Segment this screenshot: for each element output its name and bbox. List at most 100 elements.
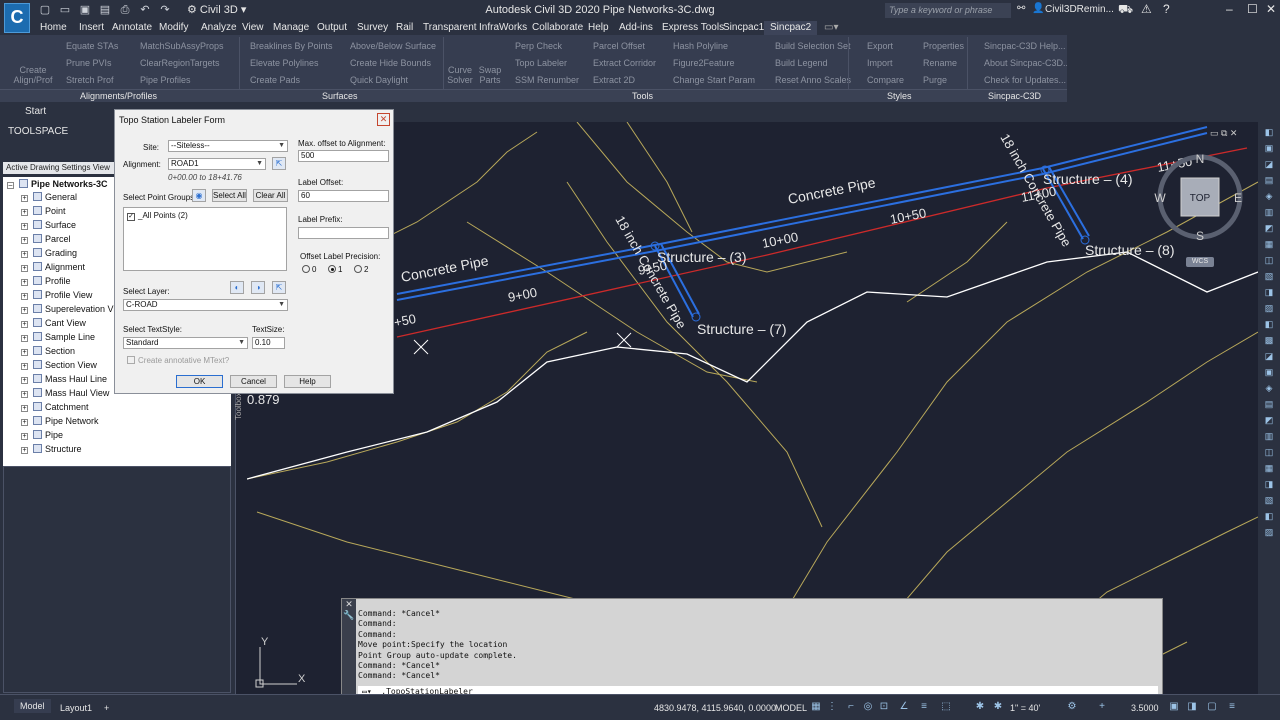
tool-icon-26[interactable]: ▨ [1263, 527, 1275, 538]
tree-item-structure[interactable]: + Structure [21, 444, 82, 457]
tree-item-general[interactable]: + General [21, 192, 77, 205]
curve-solver-button[interactable]: Curve Solver [446, 65, 474, 85]
tool-icon-8[interactable]: ▦ [1263, 239, 1275, 250]
ssm-renumber-button[interactable]: SSM Renumber [515, 75, 579, 85]
change-start-param-button[interactable]: Change Start Param [673, 75, 755, 85]
elevate-polylines-button[interactable]: Elevate Polylines [250, 58, 319, 68]
point-group-properties-icon[interactable]: ◉ [192, 189, 206, 202]
selection-cycling-icon[interactable]: ⬚ [940, 701, 952, 713]
tree-item-section-view[interactable]: + Section View [21, 360, 97, 373]
layer-icon-2[interactable]: ◑ [251, 281, 265, 294]
help-icon[interactable]: ? [1163, 2, 1170, 16]
expand-icon[interactable]: + [21, 391, 28, 398]
hash-polyline-button[interactable]: Hash Polyline [673, 41, 728, 51]
select-all-button[interactable]: Select All [212, 189, 247, 202]
tab-sincpac1[interactable]: Sincpac1 [723, 22, 764, 33]
layer-icon-3[interactable]: ⇱ [272, 281, 286, 294]
tab-insert[interactable]: Insert [79, 22, 104, 33]
clear-region-button[interactable]: ClearRegionTargets [140, 58, 220, 68]
max-offset-input[interactable]: 500 [298, 150, 389, 162]
tool-icon-19[interactable]: ◩ [1263, 415, 1275, 426]
panel-alignments-profiles[interactable]: Alignments/Profiles [80, 91, 157, 101]
tab-manage[interactable]: Manage [273, 22, 309, 33]
tab-infraworks[interactable]: InfraWorks [479, 22, 527, 33]
command-line-handle[interactable]: ✕ 🔧 [342, 599, 356, 697]
autoscale-icon[interactable]: ✱ [992, 701, 1004, 713]
tree-root[interactable]: – Pipe Networks-3C [7, 179, 108, 192]
tool-icon-7[interactable]: ◩ [1263, 223, 1275, 234]
annotation-scale[interactable]: 1" = 40' [1010, 703, 1040, 713]
swap-parts-button[interactable]: Swap Parts [478, 65, 502, 85]
tool-icon-21[interactable]: ◫ [1263, 447, 1275, 458]
tree-item-grading[interactable]: + Grading [21, 248, 77, 261]
tool-icon-10[interactable]: ▧ [1263, 271, 1275, 282]
ortho-icon[interactable]: ⌐ [845, 701, 857, 713]
check-updates-button[interactable]: Check for Updates... [984, 75, 1066, 85]
site-select[interactable]: --Siteless-- ▼ [168, 140, 288, 152]
point-group-item[interactable]: ✓ _All Points (2) [127, 211, 188, 221]
tool-icon-20[interactable]: ▥ [1263, 431, 1275, 442]
close-icon[interactable]: ✕ [1266, 2, 1276, 16]
tool-icon-25[interactable]: ◧ [1263, 511, 1275, 522]
tool-icon-18[interactable]: ▤ [1263, 399, 1275, 410]
tree-item-sample-line[interactable]: + Sample Line [21, 332, 95, 345]
otrack-icon[interactable]: ∠ [898, 701, 910, 713]
structure-7-mark[interactable] [691, 312, 701, 322]
tool-icon-22[interactable]: ▦ [1263, 463, 1275, 474]
reset-anno-scales-button[interactable]: Reset Anno Scales [775, 75, 851, 85]
maximize-icon[interactable]: ☐ [1247, 2, 1258, 16]
tab-sincpac2[interactable]: Sincpac2 [764, 21, 818, 35]
rename-button[interactable]: Rename [923, 58, 957, 68]
tree-item-section[interactable]: + Section [21, 346, 75, 359]
app-logo[interactable]: C [4, 3, 30, 33]
tool-icon-9[interactable]: ◫ [1263, 255, 1275, 266]
clear-all-button[interactable]: Clear All [253, 189, 288, 202]
properties-button[interactable]: Properties [923, 41, 964, 51]
ok-button[interactable]: OK [176, 375, 223, 388]
customize-icon[interactable]: ≡ [1226, 701, 1238, 713]
expand-icon[interactable]: + [21, 363, 28, 370]
expand-icon[interactable]: + [21, 321, 28, 328]
minimize-icon[interactable]: – [1226, 2, 1233, 16]
panel-sincpac-c3d[interactable]: Sincpac-C3D [988, 91, 1041, 101]
point-group-checkbox[interactable]: ✓ [127, 213, 135, 221]
precision-radio-2[interactable] [354, 265, 362, 273]
label-offset-input[interactable]: 60 [298, 190, 389, 202]
expand-icon[interactable]: + [21, 335, 28, 342]
label-prefix-input[interactable] [298, 227, 389, 239]
tree-item-superelevation-view[interactable]: + Superelevation View [21, 304, 127, 317]
expand-icon[interactable]: + [21, 419, 28, 426]
textsize-input[interactable]: 0.10 [252, 337, 285, 349]
tab-transparent[interactable]: Transparent [423, 22, 477, 33]
create-align-prof-button[interactable]: Create Align/Prof [13, 65, 53, 85]
user-name[interactable]: Civil3DRemin... [1045, 4, 1114, 15]
tool-icon-15[interactable]: ◪ [1263, 351, 1275, 362]
tab-model[interactable]: Model [14, 699, 51, 713]
tool-icon-12[interactable]: ▨ [1263, 303, 1275, 314]
equate-stas-button[interactable]: Equate STAs [66, 41, 118, 51]
tree-item-parcel[interactable]: + Parcel [21, 234, 71, 247]
cart-icon[interactable]: ⛟ [1118, 2, 1133, 18]
workspace-gear-icon[interactable]: ⚙ [1066, 701, 1078, 713]
textstyle-select[interactable]: Standard ▼ [123, 337, 248, 349]
expand-icon[interactable]: + [21, 349, 28, 356]
expand-icon[interactable]: + [21, 223, 28, 230]
pick-alignment-icon[interactable]: ⇱ [272, 157, 286, 170]
prune-pvis-button[interactable]: Prune PVIs [66, 58, 112, 68]
hide-bounds-button[interactable]: Create Hide Bounds [350, 58, 431, 68]
layer-select[interactable]: C-ROAD ▼ [123, 299, 288, 311]
tree-item-pipe[interactable]: + Pipe [21, 430, 63, 443]
hardware-accel-icon[interactable]: ◨ [1186, 701, 1198, 713]
perp-check-button[interactable]: Perp Check [515, 41, 562, 51]
grid-icon[interactable]: ▦ [810, 701, 822, 713]
help-button[interactable]: Help [284, 375, 331, 388]
tab-express-tools[interactable]: Express Tools [662, 22, 724, 33]
tool-icon-2[interactable]: ▣ [1263, 143, 1275, 154]
build-legend-button[interactable]: Build Legend [775, 58, 828, 68]
tree-item-mass-haul-line[interactable]: + Mass Haul Line [21, 374, 107, 387]
extract-corridor-button[interactable]: Extract Corridor [593, 58, 656, 68]
breaklines-button[interactable]: Breaklines By Points [250, 41, 333, 51]
tab-rail[interactable]: Rail [396, 22, 413, 33]
tool-icon-13[interactable]: ◧ [1263, 319, 1275, 330]
tool-icon-17[interactable]: ◈ [1263, 383, 1275, 394]
